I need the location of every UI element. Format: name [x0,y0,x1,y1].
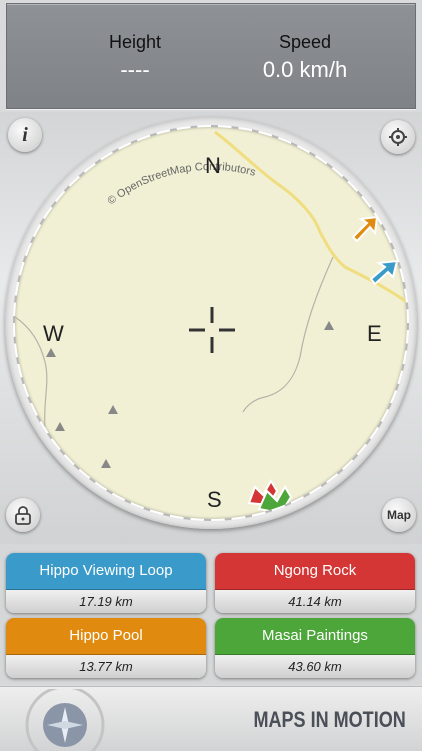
east-label: E [367,321,382,346]
map-attribution: © OpenStreetMap Contributors [105,161,257,208]
destination-distance: 17.19 km [6,590,206,613]
footer: MAPS IN MOTION [0,686,422,751]
lock-button[interactable] [6,498,40,532]
compass-area: © OpenStreetMap Contributors N S W E i M… [0,112,422,544]
height-value: ---- [120,57,150,82]
destination-distance: 43.60 km [215,655,415,678]
destination-button-2[interactable]: Hippo Pool 13.77 km [6,618,206,678]
destination-distance: 13.77 km [6,655,206,678]
map-button[interactable]: Map [382,498,416,532]
height-stat: Height ---- [45,32,225,83]
destination-button-1[interactable]: Ngong Rock 41.14 km [215,553,415,613]
destination-distance: 41.14 km [215,590,415,613]
gear-icon [389,128,407,146]
speed-stat: Speed 0.0 km/h [215,32,395,83]
destination-button-3[interactable]: Masai Paintings 43.60 km [215,618,415,678]
map-drawing: © OpenStreetMap Contributors [15,130,407,515]
crosshair-icon [189,307,235,353]
north-label: N [205,153,221,178]
destination-name: Ngong Rock [215,553,415,590]
compass-logo-icon [25,689,105,751]
destinations-panel: Hippo Viewing Loop 17.19 km Ngong Rock 4… [0,544,422,684]
brand-logo: MAPS IN MOTION [253,707,406,732]
direction-arrows [247,215,399,515]
settings-button[interactable] [381,120,415,154]
west-label: W [43,321,64,346]
info-button[interactable]: i [8,118,42,152]
destination-button-0[interactable]: Hippo Viewing Loop 17.19 km [6,553,206,613]
info-icon: i [22,123,28,146]
map-view[interactable]: © OpenStreetMap Contributors N S W E [15,127,407,519]
height-label: Height [108,32,162,52]
speed-value: 0.0 km/h [262,57,348,82]
south-label: S [207,487,222,512]
compass-bezel: © OpenStreetMap Contributors N S W E [5,117,417,529]
map-button-label: Map [387,508,411,522]
destination-name: Hippo Pool [6,618,206,655]
destination-name: Masai Paintings [215,618,415,655]
speed-label: Speed [278,32,332,52]
destination-name: Hippo Viewing Loop [6,553,206,590]
lock-icon [15,506,31,525]
stats-panel: Height ---- Speed 0.0 km/h [6,3,416,109]
